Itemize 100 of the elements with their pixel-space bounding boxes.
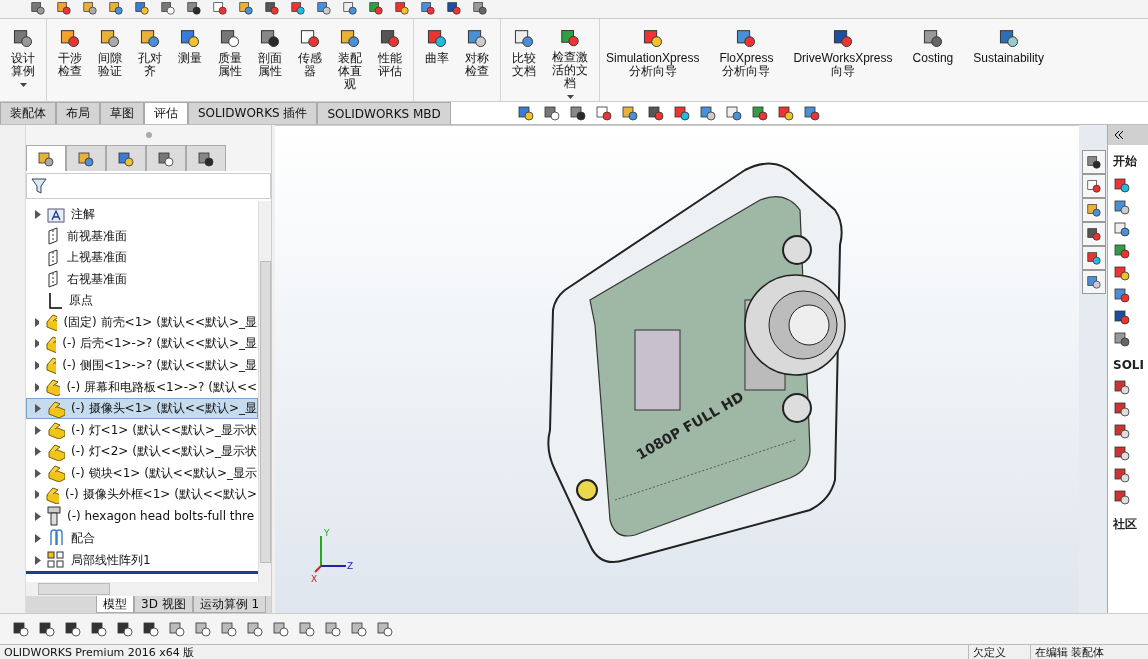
ribbon-command[interactable]: 间隙验证 [91, 25, 129, 101]
tree-item[interactable]: 局部线性阵列1 [26, 549, 258, 571]
ribbon-command[interactable]: Sustainability [971, 25, 1046, 101]
ribbon-tab[interactable]: SOLIDWORKS 插件 [188, 102, 318, 124]
ribbon-command[interactable]: 比较文档 [505, 25, 543, 101]
expand-arrow-icon[interactable] [35, 555, 41, 565]
ribbon-tab[interactable]: 评估 [144, 102, 188, 124]
ribbon-command[interactable]: 性能评估 [371, 25, 409, 101]
tree-item[interactable]: (-) hexagon head bolts-full thre [26, 505, 258, 528]
expand-arrow-icon[interactable] [35, 447, 41, 457]
ribbon-command[interactable]: 检查激活的文档 [545, 25, 595, 101]
expand-arrow-icon[interactable] [35, 511, 41, 521]
expand-arrow-icon[interactable] [35, 339, 39, 349]
tool-icon [426, 27, 448, 49]
tree-item[interactable]: (-) 摄像头外框<1> (默认<<默认> [26, 483, 258, 506]
ribbon-command[interactable]: 干涉检查 [51, 25, 89, 101]
expand-arrow-icon[interactable] [35, 533, 41, 543]
resource-icon [1113, 466, 1131, 484]
ribbon-tab[interactable]: 草图 [100, 102, 144, 124]
expand-arrow-icon[interactable] [35, 382, 40, 392]
tree-item[interactable]: (-) 侧围<1>->? (默认<<默认>_显 [26, 354, 258, 377]
ribbon-command[interactable]: 设计算例 [4, 25, 42, 101]
ribbon-command[interactable]: Costing [910, 25, 956, 101]
tree-item[interactable]: (-) 摄像头<1> (默认<<默认>_显 [26, 397, 258, 420]
tree-item[interactable]: 配合 [26, 527, 258, 550]
panel-tab[interactable] [106, 145, 146, 171]
expand-arrow-icon[interactable] [35, 317, 39, 327]
expand-arrow-icon[interactable] [35, 210, 41, 220]
section-title: 开始 [1113, 153, 1138, 170]
tree-item[interactable]: 原点 [26, 290, 258, 312]
tool-icon [139, 27, 161, 49]
toolbar-icon [264, 0, 280, 16]
task-pane-tab[interactable] [1082, 270, 1106, 294]
ribbon-command[interactable]: 曲率 [418, 25, 456, 101]
ribbon-command[interactable]: DriveWorksXpress 向导 [791, 25, 895, 101]
horizontal-scrollbar[interactable] [26, 582, 271, 596]
tree-item[interactable]: (固定) 前壳<1> (默认<<默认>_显 [26, 311, 258, 334]
ribbon-tab[interactable]: SOLIDWORKS MBD [317, 102, 451, 124]
tool-icon [921, 27, 944, 49]
tree-item[interactable]: 右视基准面 [26, 268, 258, 291]
task-pane-tab-icon [1086, 178, 1102, 194]
ribbon-tab[interactable]: 布局 [56, 102, 100, 124]
toolbar-icon [420, 0, 436, 16]
sketch-tool-icon [12, 620, 30, 638]
ribbon-command[interactable]: 质量属性 [211, 25, 249, 101]
task-pane-tab-icon [1086, 250, 1102, 266]
bottom-tab[interactable]: 运动算例 1 [192, 596, 267, 613]
expand-arrow-icon[interactable] [35, 425, 41, 435]
resource-icon [1113, 444, 1131, 462]
tree-item[interactable]: (-) 灯<1> (默认<<默认>_显示状 [26, 419, 258, 441]
view-tool-icon [750, 104, 769, 122]
part-icon [44, 356, 57, 375]
task-pane-tab[interactable] [1082, 198, 1106, 222]
ribbon-command[interactable]: FloXpress 分析向导 [717, 25, 776, 101]
task-pane-tab[interactable] [1082, 246, 1106, 270]
ribbon-command[interactable]: 装配体直观 [331, 25, 369, 101]
ribbon-command[interactable]: 孔对齐 [131, 25, 169, 101]
expand-arrow-icon[interactable] [35, 490, 40, 500]
tree-item[interactable]: 前视基准面 [26, 225, 258, 248]
ribbon-command[interactable]: 对称检查 [458, 25, 496, 101]
tool-icon [513, 27, 535, 49]
expand-arrow-icon[interactable] [35, 361, 39, 370]
tool-icon [59, 27, 81, 49]
sketch-tool-icon [298, 620, 316, 638]
tree-item[interactable]: 上视基准面 [26, 247, 258, 269]
panel-tab-icon [197, 149, 215, 168]
task-pane-tab-icon [1086, 274, 1102, 290]
part-icon [44, 313, 58, 332]
bottom-tab[interactable]: 模型 [96, 596, 134, 613]
tree-item[interactable]: (-) 后壳<1>->? (默认<<默认>_显 [26, 333, 258, 355]
ribbon-command[interactable]: 传感器 [291, 25, 329, 101]
panel-tab[interactable] [146, 145, 186, 171]
expand-arrow-icon[interactable] [35, 404, 41, 414]
tree-item[interactable]: (-) 灯<2> (默认<<默认>_显示状 [26, 440, 258, 463]
ribbon-tab[interactable]: 装配体 [0, 102, 56, 124]
tool-icon [466, 27, 488, 49]
tree-item[interactable]: (-) 屏幕和电路板<1>->? (默认<< [26, 376, 258, 398]
task-pane-tab[interactable] [1082, 174, 1106, 198]
resource-icon [1113, 286, 1131, 304]
task-pane-tab[interactable] [1082, 150, 1106, 174]
ribbon-command[interactable]: SimulationXpress 分析向导 [604, 25, 702, 101]
ribbon-command[interactable]: 测量 [171, 25, 209, 101]
tree-item[interactable]: (-) 锁块<1> (默认<<默认>_显示 [26, 462, 258, 484]
vertical-scrollbar[interactable] [258, 201, 271, 582]
expand-arrow-icon[interactable] [35, 468, 41, 478]
part-icon [46, 421, 66, 440]
tool-icon [299, 27, 321, 49]
sketch-tool-icon [220, 620, 238, 638]
tree-item[interactable]: 注解 [26, 204, 258, 226]
ribbon-command[interactable]: 剖面属性 [251, 25, 289, 101]
bottom-tab[interactable]: 3D 视图 [134, 596, 193, 613]
grip-dot-icon[interactable] [145, 132, 152, 138]
task-pane-tab[interactable] [1082, 222, 1106, 246]
panel-tab[interactable] [26, 145, 66, 171]
section-title: SOLI [1113, 358, 1145, 372]
sketch-tool-icon [194, 620, 212, 638]
panel-tab-icon [77, 149, 95, 168]
sketch-tool-icon [64, 620, 82, 638]
panel-tab[interactable] [186, 145, 226, 171]
part-icon [46, 464, 66, 483]
